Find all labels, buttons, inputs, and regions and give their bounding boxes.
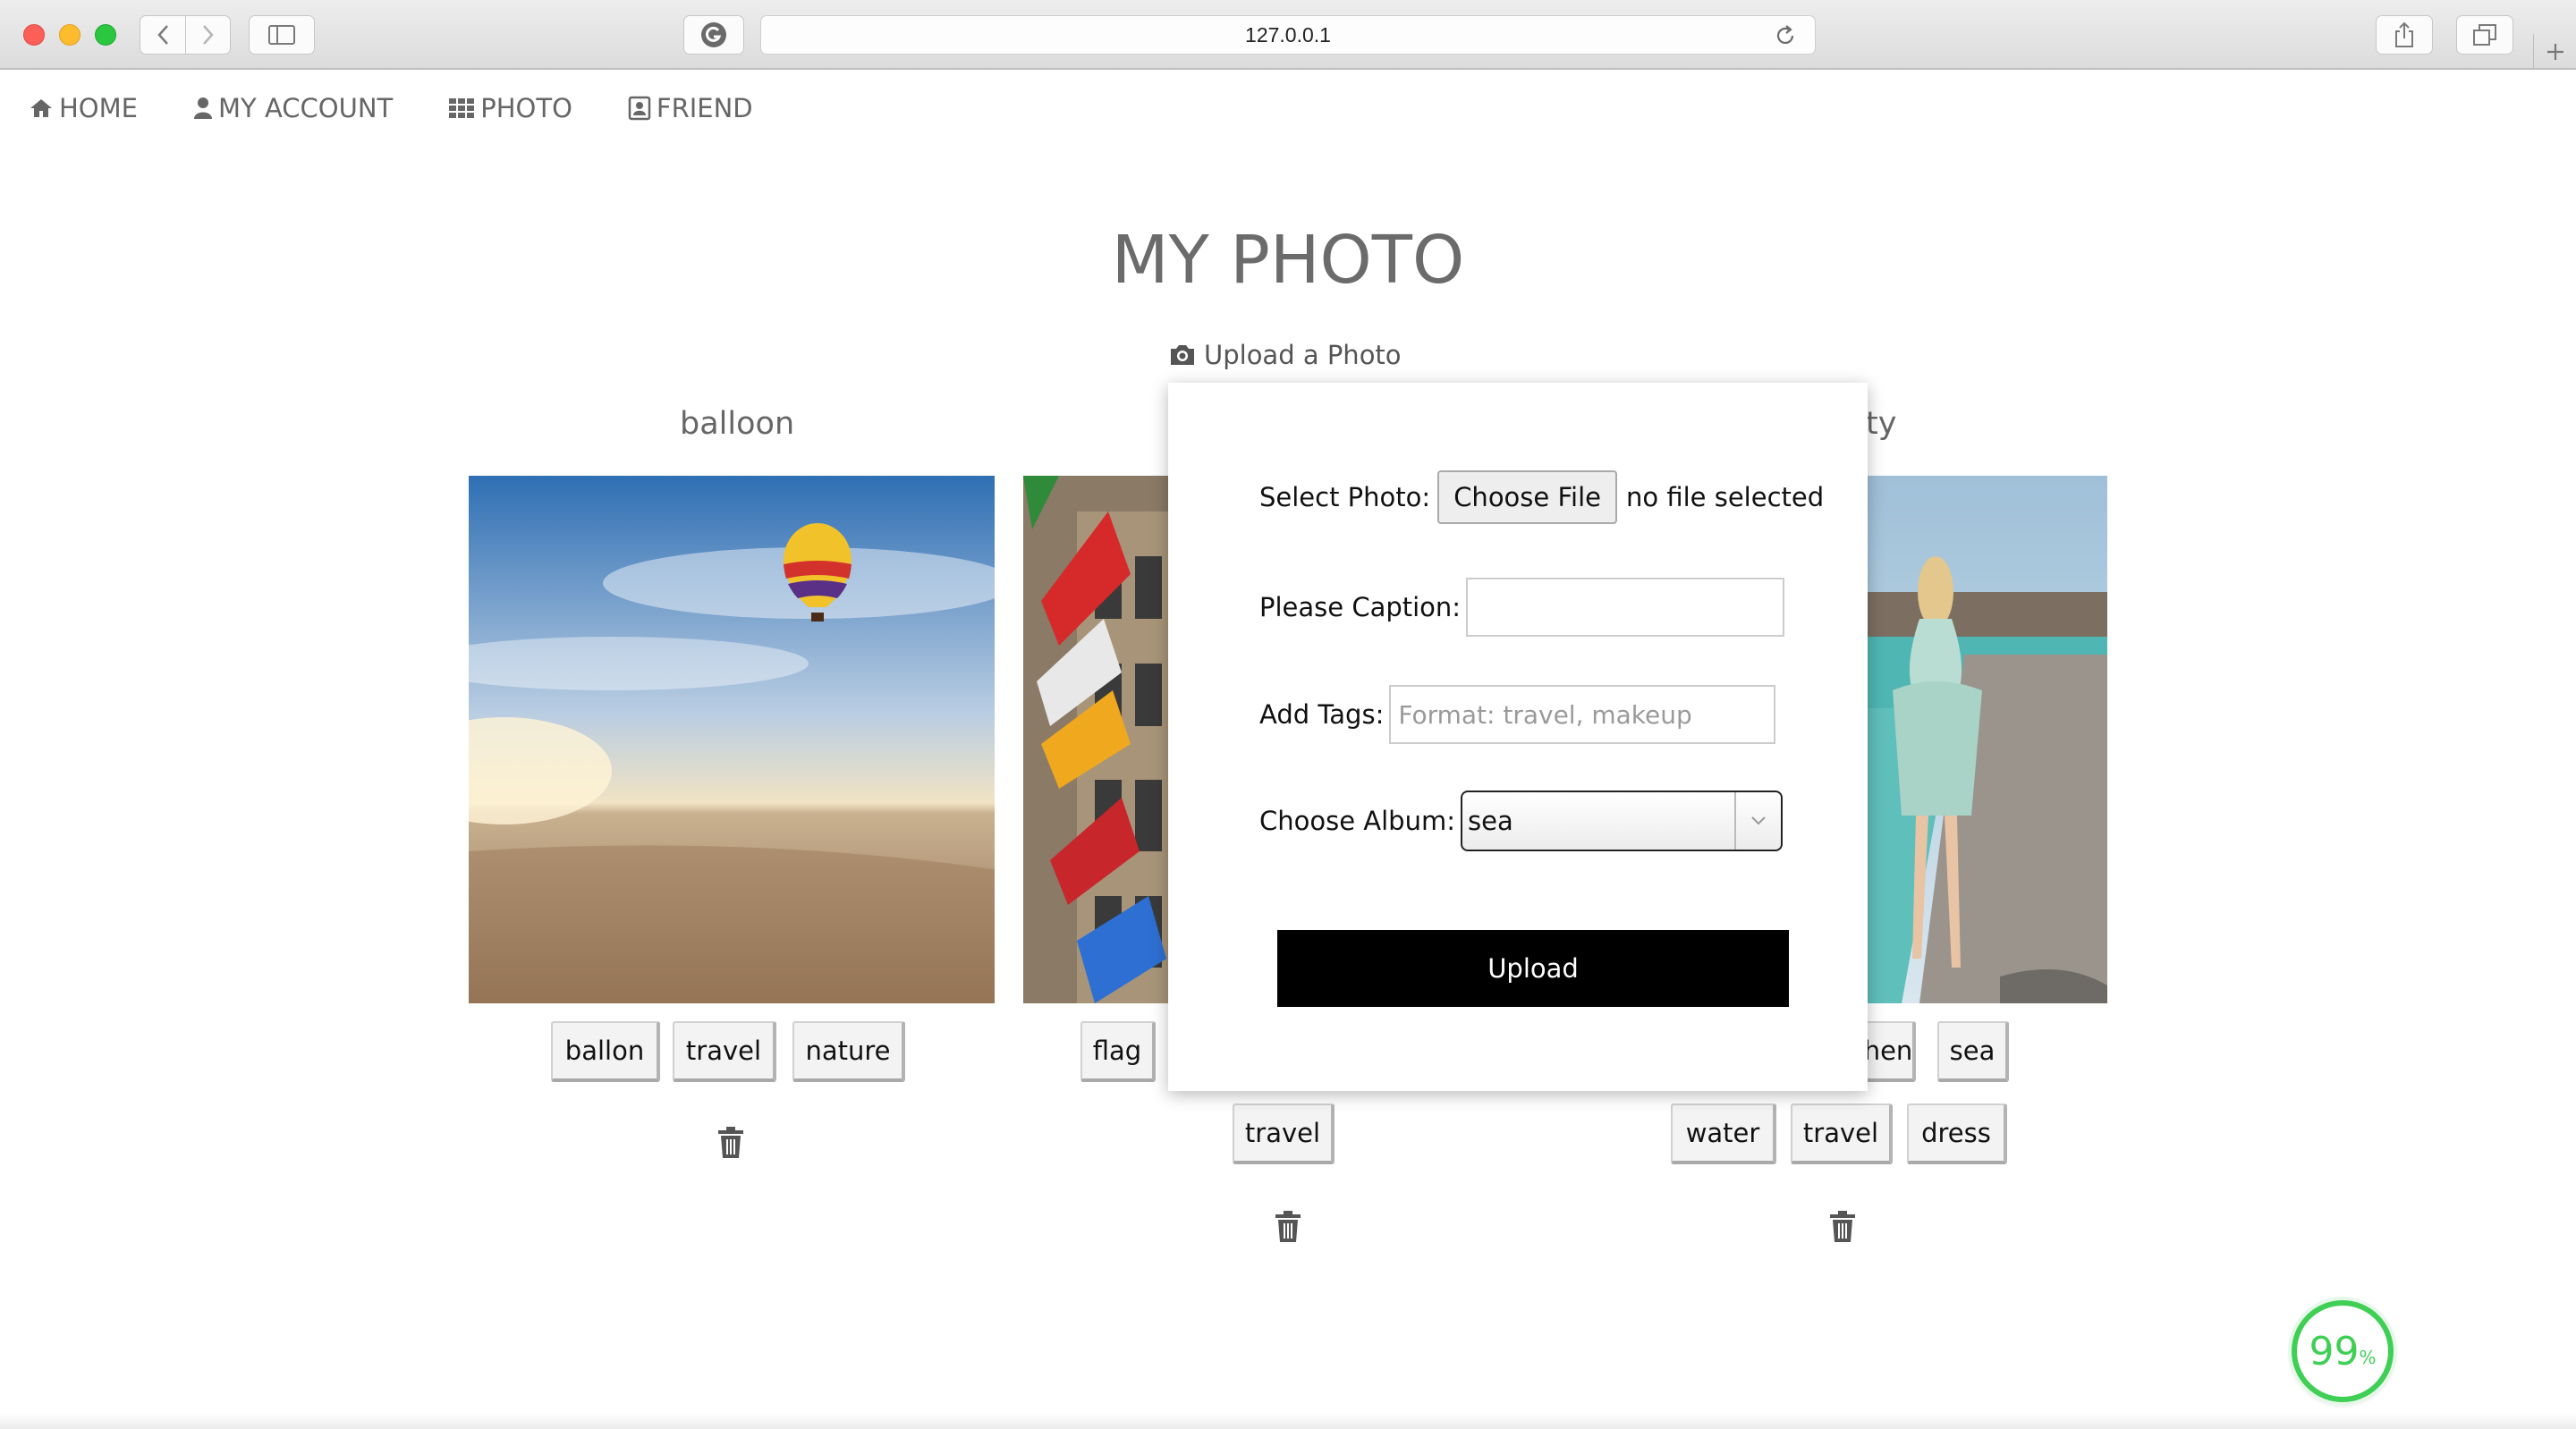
caption-label: Please Caption:	[1259, 592, 1462, 622]
camera-icon	[1171, 345, 1194, 365]
back-button[interactable]	[140, 16, 185, 54]
grid-icon	[449, 98, 475, 118]
url-text: 127.0.0.1	[1245, 22, 1331, 47]
tag-dress[interactable]: dress	[1907, 1103, 2007, 1164]
balloon-image	[469, 476, 995, 1003]
forward-button[interactable]	[185, 16, 230, 54]
album-title-balloon: balloon	[680, 406, 795, 442]
album-label: Choose Album:	[1259, 806, 1455, 836]
flags-photo[interactable]	[1023, 476, 1175, 1003]
nav-photo[interactable]: PHOTO	[448, 88, 572, 129]
delete-dress-trash-icon[interactable]	[1828, 1211, 1857, 1243]
grammarly-icon	[701, 22, 726, 47]
upload-photo-label: Upload a Photo	[1204, 340, 1402, 370]
badge-value: 99	[2309, 1328, 2360, 1374]
close-window-button[interactable]	[23, 24, 45, 46]
dress-image	[1866, 476, 2107, 1003]
album-row: Choose Album: sea	[1259, 791, 1783, 851]
caption-row: Please Caption:	[1259, 578, 1785, 637]
nav-friend[interactable]: FRIEND	[628, 88, 753, 129]
nav-my-account-label: MY ACCOUNT	[217, 93, 394, 123]
share-icon	[2395, 21, 2413, 47]
select-photo-row: Select Photo: Choose File no file select…	[1259, 470, 1824, 524]
caption-input[interactable]	[1466, 578, 1785, 637]
chevron-left-icon	[157, 25, 168, 45]
tabs-icon	[2473, 24, 2496, 46]
share-button[interactable]	[2376, 15, 2433, 55]
minimize-window-button[interactable]	[59, 24, 80, 46]
album-select[interactable]: sea	[1461, 791, 1783, 851]
show-tabs-button[interactable]	[2456, 15, 2513, 55]
upload-button[interactable]: Upload	[1277, 930, 1789, 1007]
choose-file-button[interactable]: Choose File	[1437, 470, 1617, 524]
balloon-photo[interactable]	[469, 476, 995, 1003]
nav-home-label: HOME	[59, 93, 138, 123]
plus-icon	[2546, 44, 2563, 60]
browser-toolbar: 127.0.0.1	[0, 0, 2576, 70]
sidebar-icon	[268, 25, 295, 45]
home-icon	[30, 99, 52, 117]
tag-ballon[interactable]: ballon	[551, 1021, 660, 1082]
select-photo-label: Select Photo:	[1259, 482, 1431, 512]
chevron-down-icon	[1734, 792, 1781, 850]
tag-flag[interactable]: flag	[1080, 1021, 1156, 1082]
page-title: MY PHOTO	[1111, 222, 1465, 299]
tags-label: Add Tags:	[1259, 699, 1385, 730]
nav-photo-label: PHOTO	[480, 93, 572, 123]
reload-icon[interactable]	[1774, 24, 1797, 47]
footer-shadow	[0, 1413, 2576, 1429]
sidebar-toggle-button[interactable]	[249, 15, 315, 55]
tag-sea[interactable]: sea	[1937, 1021, 2009, 1082]
history-nav	[140, 15, 231, 55]
flags-image	[1023, 476, 1175, 1003]
chevron-right-icon	[202, 25, 214, 45]
contact-icon	[628, 96, 651, 121]
tags-row: Add Tags:	[1259, 685, 1776, 744]
tag-travel-3[interactable]: travel	[1791, 1103, 1893, 1164]
no-file-text: no file selected	[1626, 482, 1825, 512]
user-icon	[193, 97, 212, 119]
tag-nature[interactable]: nature	[792, 1021, 905, 1082]
progress-badge[interactable]: 99%	[2292, 1300, 2394, 1402]
dress-photo[interactable]	[1866, 476, 2107, 1003]
upload-photo-link[interactable]: Upload a Photo	[1168, 340, 1402, 370]
tag-hen[interactable]: hen	[1862, 1021, 1916, 1082]
tags-input[interactable]	[1389, 685, 1776, 744]
extension-button[interactable]	[683, 15, 744, 55]
upload-photo-modal: Select Photo: Choose File no file select…	[1168, 383, 1868, 1091]
tag-travel[interactable]: travel	[673, 1021, 776, 1082]
tag-travel-2[interactable]: travel	[1233, 1103, 1335, 1164]
album-title-3: ty	[1866, 406, 1897, 442]
nav-friend-label: FRIEND	[656, 93, 753, 123]
nav-my-account[interactable]: MY ACCOUNT	[193, 88, 393, 129]
zoom-window-button[interactable]	[95, 24, 116, 46]
new-tab-button[interactable]	[2533, 34, 2576, 70]
address-bar[interactable]: 127.0.0.1	[760, 15, 1816, 55]
tag-water[interactable]: water	[1671, 1103, 1776, 1164]
nav-home[interactable]: HOME	[29, 88, 138, 129]
delete-balloon-trash-icon[interactable]	[716, 1127, 745, 1159]
delete-flags-trash-icon[interactable]	[1274, 1211, 1302, 1243]
badge-unit: %	[2359, 1347, 2377, 1368]
album-select-value: sea	[1468, 806, 1513, 836]
site-nav: HOME MY ACCOUNT PHOTO FRIEND	[29, 88, 753, 129]
